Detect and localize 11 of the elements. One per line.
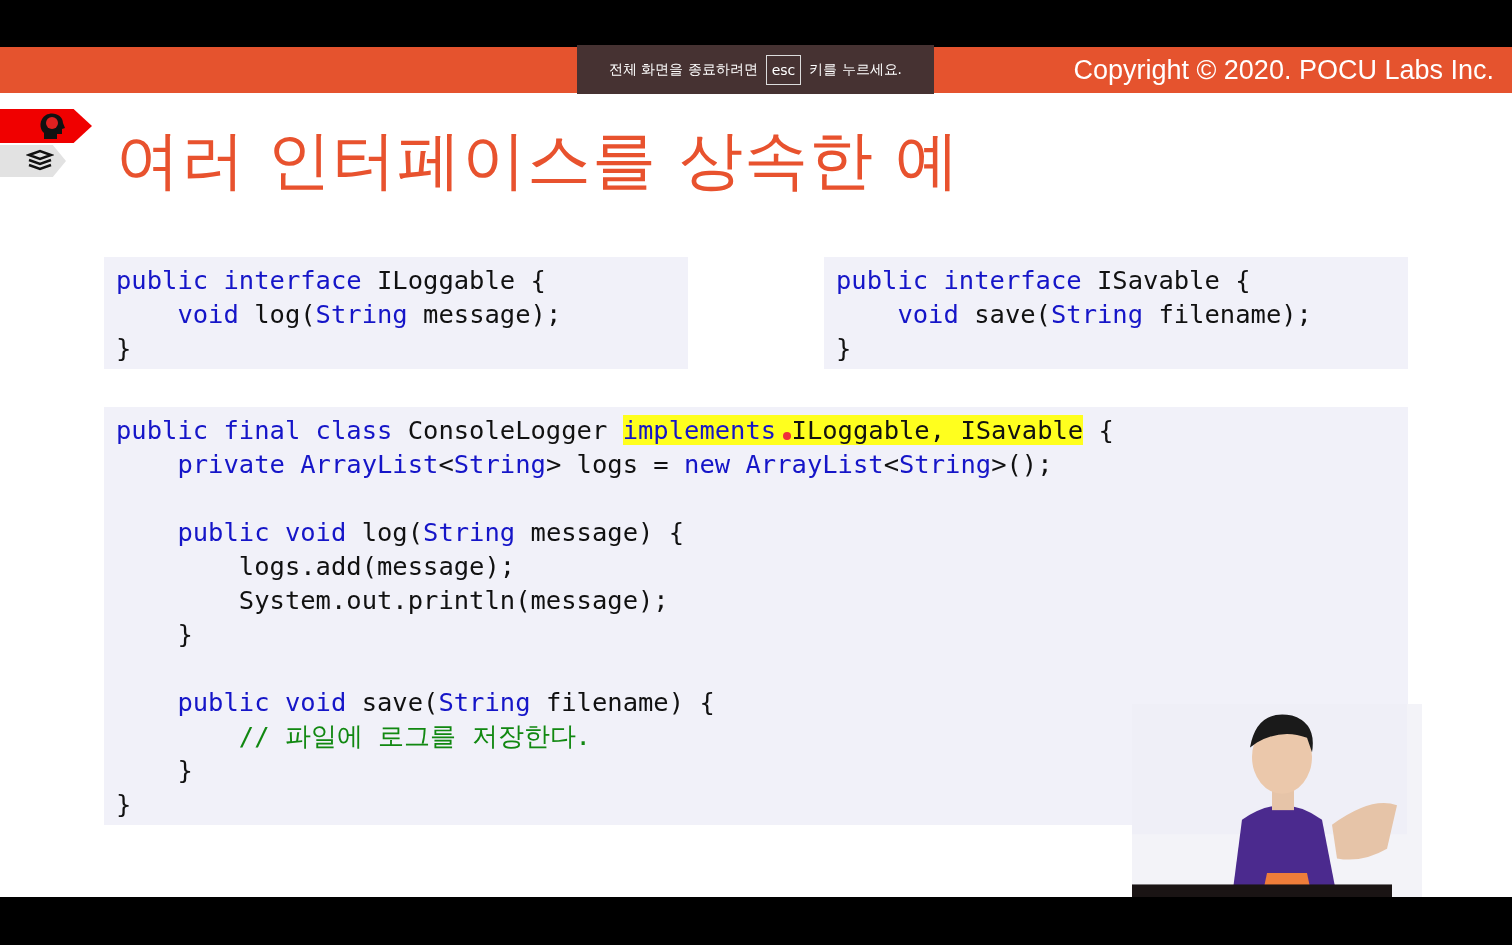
code-block: public interface ILoggable { void log(String message); } — [104, 257, 688, 369]
notice-text: 키를 누르세요. — [809, 60, 902, 79]
head-brain-icon — [38, 111, 66, 141]
slide-title: 여러 인터페이스를 상속한 예 — [116, 122, 961, 199]
code-block: public interface ISavable { void save(String filename); } — [824, 257, 1408, 369]
notice-text: 전체 화면을 종료하려면 — [609, 60, 758, 79]
esc-key-label: esc — [765, 54, 802, 85]
books-icon — [26, 149, 54, 173]
laser-pointer-dot — [783, 432, 791, 440]
copyright-text: Copyright © 2020. POCU Labs Inc. — [1073, 54, 1494, 86]
code-block: public final class ConsoleLogger implements ILoggable, ISavable { private ArrayList<String> logs = new ArrayList<String>(); public void log(String message) { logs.add(message); System.out.println(message); } public void save(String filename) { // 파일에 로그를 저장한다. } } — [104, 407, 1408, 825]
